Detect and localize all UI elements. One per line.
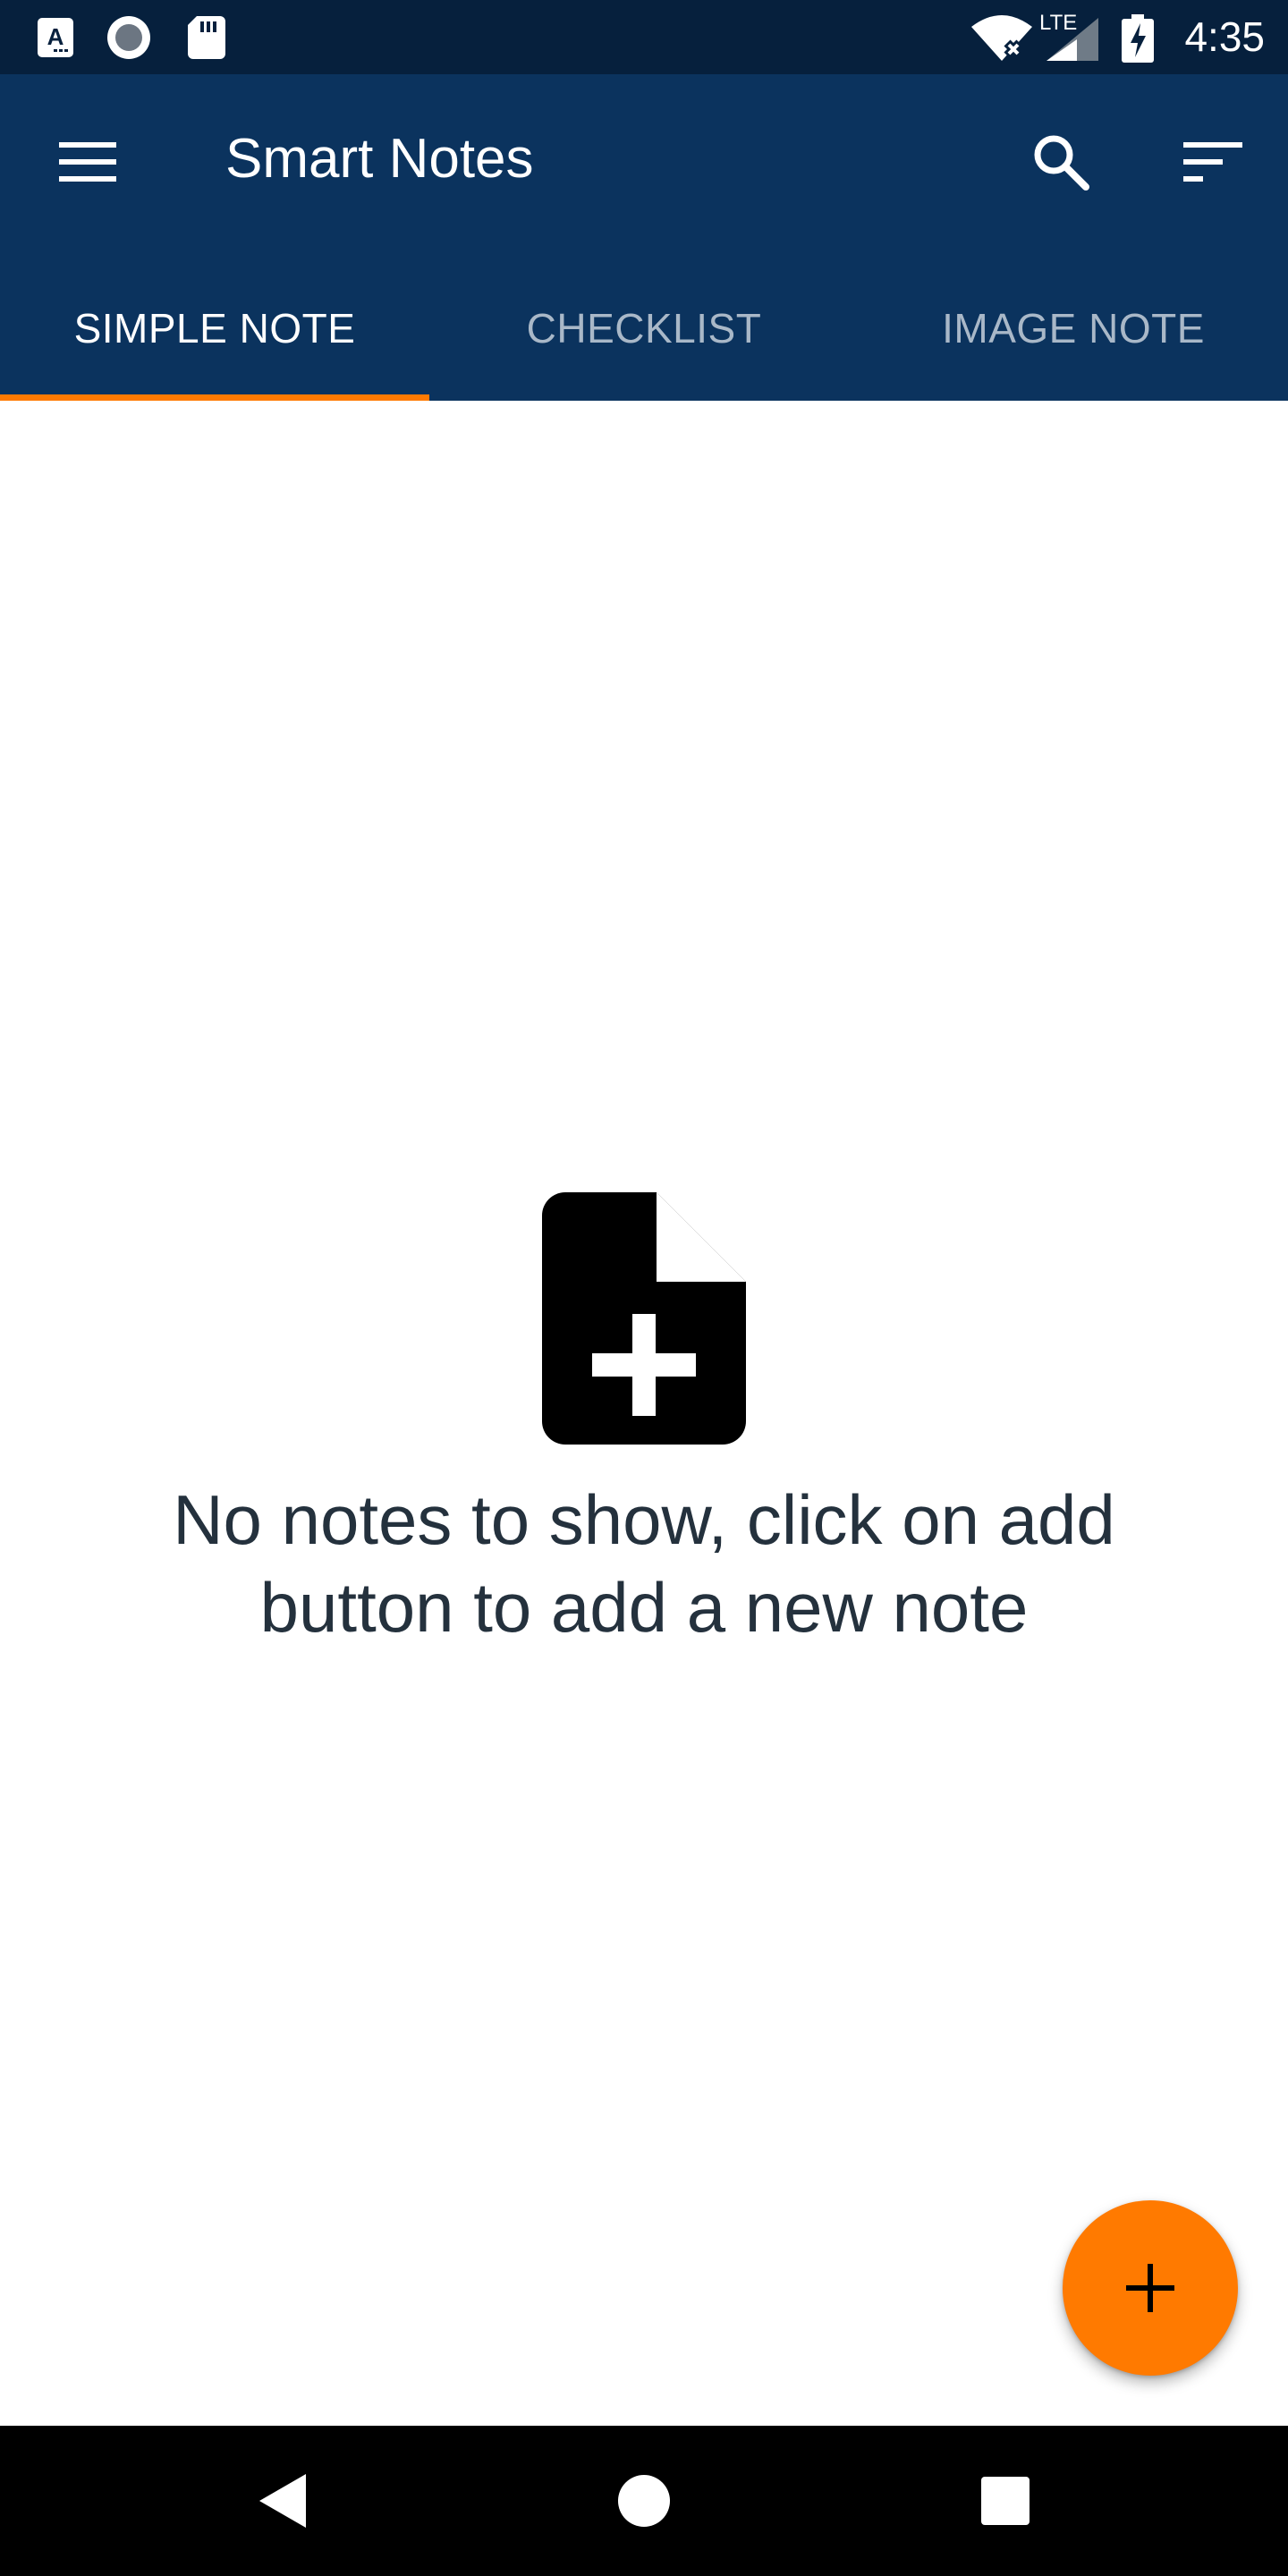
tab-label: CHECKLIST — [526, 305, 762, 352]
tab-indicator — [0, 394, 429, 401]
home-button[interactable] — [599, 2456, 689, 2546]
recents-icon — [981, 2477, 1030, 2525]
text-a-icon: A — [38, 18, 73, 57]
sort-icon — [1183, 142, 1242, 182]
wifi-off-icon — [971, 15, 1032, 61]
system-nav-bar — [0, 2426, 1288, 2576]
empty-state-message: No notes to show, click on add button to… — [173, 1480, 1115, 1647]
battery-charging-icon — [1122, 14, 1154, 63]
search-icon — [1034, 135, 1089, 191]
add-note-button[interactable] — [1063, 2200, 1238, 2376]
menu-button[interactable] — [43, 117, 132, 207]
home-icon — [618, 2475, 670, 2527]
back-icon — [259, 2474, 306, 2528]
tab-checklist[interactable]: CHECKLIST — [429, 259, 859, 397]
app-bar: Smart Notes SIMPLE NOTE CHECKLIST IMAGE … — [0, 74, 1288, 401]
tab-simple-note[interactable]: SIMPLE NOTE — [0, 259, 429, 397]
record-icon — [107, 16, 150, 59]
plus-icon — [1126, 2264, 1174, 2312]
note-add-icon — [542, 1192, 746, 1445]
status-time: 4:35 — [1184, 13, 1265, 60]
status-bar: A LTE 4:35 — [0, 0, 1288, 74]
tab-image-note[interactable]: IMAGE NOTE — [859, 259, 1288, 397]
tab-label: SIMPLE NOTE — [73, 305, 356, 352]
app-title: Smart Notes — [225, 128, 534, 190]
tab-label: IMAGE NOTE — [942, 305, 1205, 352]
recents-button[interactable] — [961, 2456, 1050, 2546]
svg-text:A: A — [47, 23, 64, 50]
back-button[interactable] — [238, 2456, 327, 2546]
search-button[interactable] — [1016, 117, 1106, 207]
tab-bar: SIMPLE NOTE CHECKLIST IMAGE NOTE — [0, 259, 1288, 401]
sd-card-icon — [188, 16, 225, 59]
hamburger-menu-icon — [59, 142, 116, 182]
sort-button[interactable] — [1168, 117, 1258, 207]
signal-icon — [1046, 18, 1098, 61]
